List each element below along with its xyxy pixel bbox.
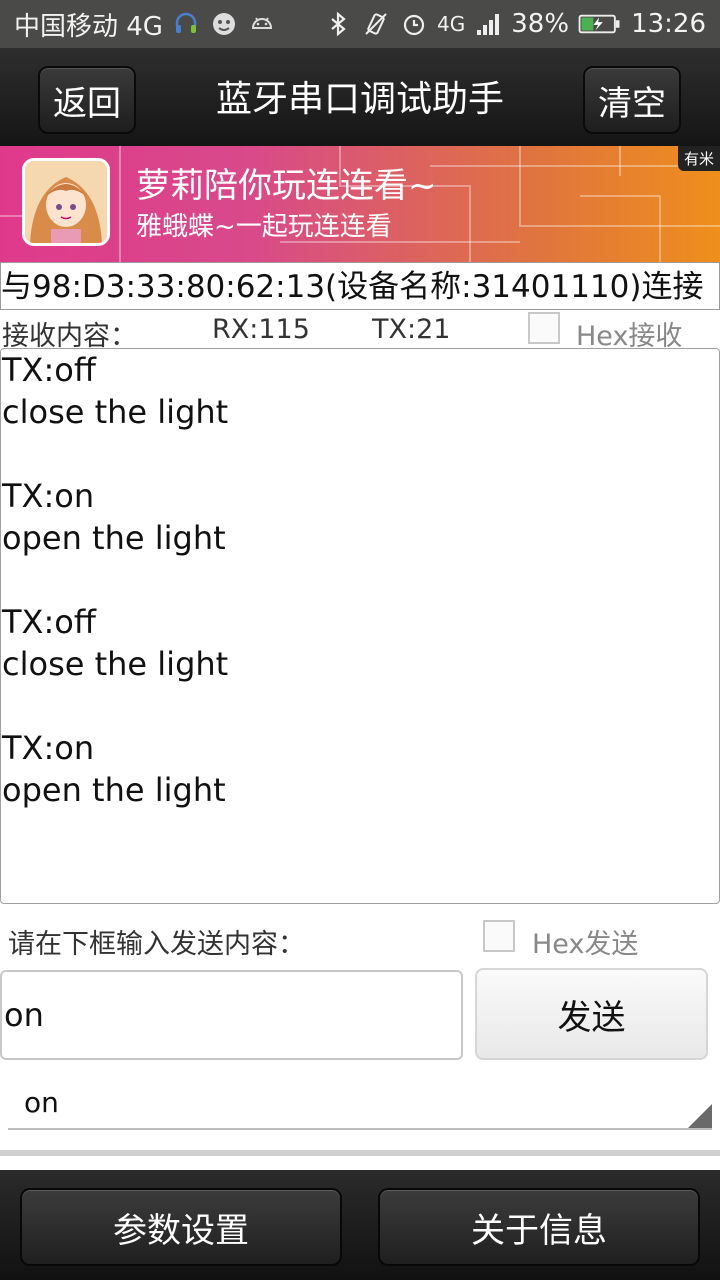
receive-log-line: open the light xyxy=(2,519,226,557)
receive-log-line xyxy=(1,559,719,601)
receive-log-line: TX:on xyxy=(2,477,95,515)
hex-receive-checkbox[interactable] xyxy=(528,312,560,344)
divider xyxy=(0,1150,720,1156)
ad-banner[interactable]: 萝莉陪你玩连连看~ 雅蛾蝶~一起玩连连看 有米 xyxy=(0,146,720,262)
receive-log-line: TX:off xyxy=(2,603,96,641)
headset-icon xyxy=(171,9,201,39)
receive-log-line xyxy=(1,685,719,727)
ad-provider-tag: 有米 xyxy=(677,146,720,171)
back-button[interactable]: 返回 xyxy=(38,66,136,134)
network-type-label: 4G xyxy=(437,12,466,36)
android-icon xyxy=(247,9,277,39)
receive-log-line: TX:on xyxy=(2,729,95,767)
signal-icon xyxy=(473,9,503,39)
receive-log-line xyxy=(1,433,719,475)
status-bar: 中国移动 4G 4G 38% 13:26 xyxy=(0,0,720,48)
alarm-icon xyxy=(399,9,429,39)
bottom-bar: 参数设置 关于信息 xyxy=(0,1170,720,1280)
send-header: 请在下框输入发送内容： Hex发送 xyxy=(0,918,720,961)
ad-title: 萝莉陪你玩连连看~ xyxy=(136,166,437,206)
battery-percent: 38% xyxy=(511,9,570,39)
carrier-label: 中国移动 4G xyxy=(14,11,163,42)
connection-status: 与98:D3:33:80:62:13(设备名称:31401110)连接 xyxy=(0,262,720,310)
hex-send-label[interactable]: Hex发送 xyxy=(532,922,638,961)
receive-log-line: open the light xyxy=(2,771,226,809)
battery-icon xyxy=(577,9,623,39)
receive-header: 接收内容： RX:115 TX:21 Hex接收 xyxy=(0,312,720,352)
send-history-dropdown[interactable]: on xyxy=(8,1078,712,1130)
receive-log-line: close the light xyxy=(2,393,229,431)
receive-log-line: close the light xyxy=(2,645,229,683)
status-left: 中国移动 4G xyxy=(14,0,277,48)
rx-counter: RX:115 xyxy=(212,314,310,345)
status-right: 4G 38% 13:26 xyxy=(323,0,706,48)
page-title: 蓝牙串口调试助手 xyxy=(215,79,504,120)
clock: 13:26 xyxy=(631,9,706,39)
title-bar: 返回 蓝牙串口调试助手 清空 xyxy=(0,48,720,146)
send-label: 请在下框输入发送内容： xyxy=(8,929,305,960)
ad-thumbnail-image xyxy=(22,158,110,246)
clear-button[interactable]: 清空 xyxy=(583,66,681,134)
ad-subtitle: 雅蛾蝶~一起玩连连看 xyxy=(136,212,392,242)
dropdown-arrow-icon xyxy=(688,1104,712,1128)
send-input[interactable] xyxy=(0,970,463,1060)
vibrate-icon xyxy=(361,9,391,39)
send-history-value: on xyxy=(24,1086,59,1119)
bluetooth-icon xyxy=(323,9,353,39)
tx-counter: TX:21 xyxy=(372,314,451,345)
receive-log[interactable]: TX:off close the light TX:on open the light… xyxy=(0,348,720,904)
send-button[interactable]: 发送 xyxy=(475,968,708,1060)
hex-send-checkbox[interactable] xyxy=(483,920,515,952)
face-icon xyxy=(209,9,239,39)
receive-log-line: TX:off xyxy=(2,351,96,389)
about-button[interactable]: 关于信息 xyxy=(378,1188,700,1266)
settings-button[interactable]: 参数设置 xyxy=(20,1188,342,1266)
